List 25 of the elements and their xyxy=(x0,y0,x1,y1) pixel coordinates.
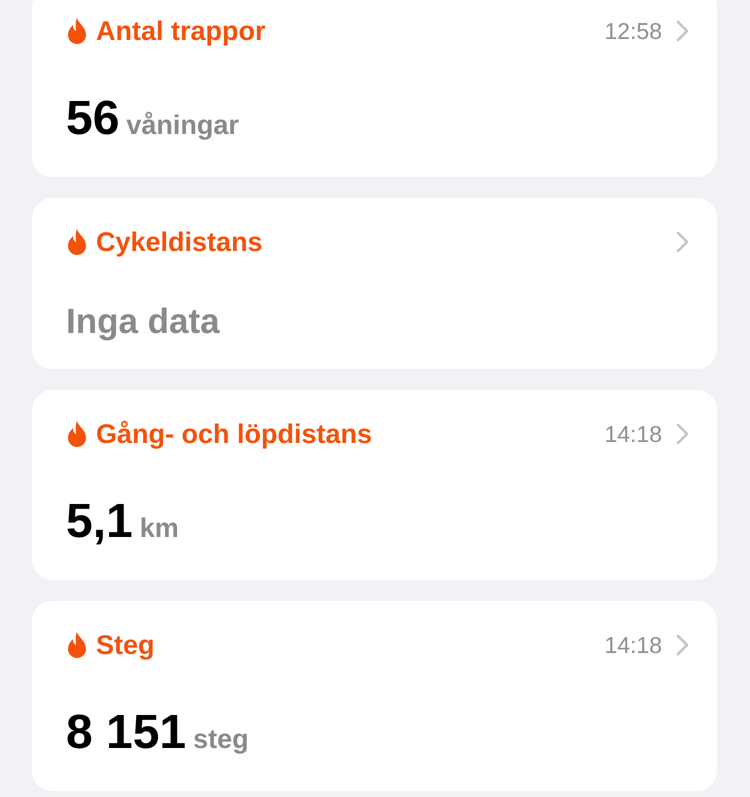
metric-title: Steg xyxy=(96,632,155,658)
metric-value: 56 xyxy=(66,95,120,143)
time-label: 12:58 xyxy=(604,20,662,42)
chevron-icon xyxy=(676,20,689,42)
time-label: 14:18 xyxy=(604,422,662,446)
metric-card[interactable]: Gång- och löpdistans 14:18 5,1 km xyxy=(32,390,717,580)
chevron-icon xyxy=(676,231,689,253)
flame-icon xyxy=(66,420,88,448)
unit-label: steg xyxy=(193,726,249,753)
metric-title: Cykeldistans xyxy=(96,228,263,256)
metric-value: 8 151 xyxy=(66,709,186,757)
flame-icon xyxy=(66,17,88,45)
metric-title: Antal trappor xyxy=(96,18,266,44)
metric-value: 5,1 xyxy=(66,498,133,546)
metric-card[interactable]: Antal trappor 12:58 56 våningar xyxy=(32,0,717,177)
no-data-text: Inga data xyxy=(66,304,221,339)
flame-icon xyxy=(66,228,88,256)
chevron-icon xyxy=(676,634,689,656)
flame-icon xyxy=(66,631,88,659)
time-label: 14:18 xyxy=(604,634,662,656)
unit-label: km xyxy=(140,515,179,542)
chevron-icon xyxy=(676,423,689,445)
metric-title: Gång- och löpdistans xyxy=(96,420,372,448)
metric-card[interactable]: Steg 14:18 8 151 steg xyxy=(32,601,717,791)
unit-label: våningar xyxy=(126,112,239,139)
